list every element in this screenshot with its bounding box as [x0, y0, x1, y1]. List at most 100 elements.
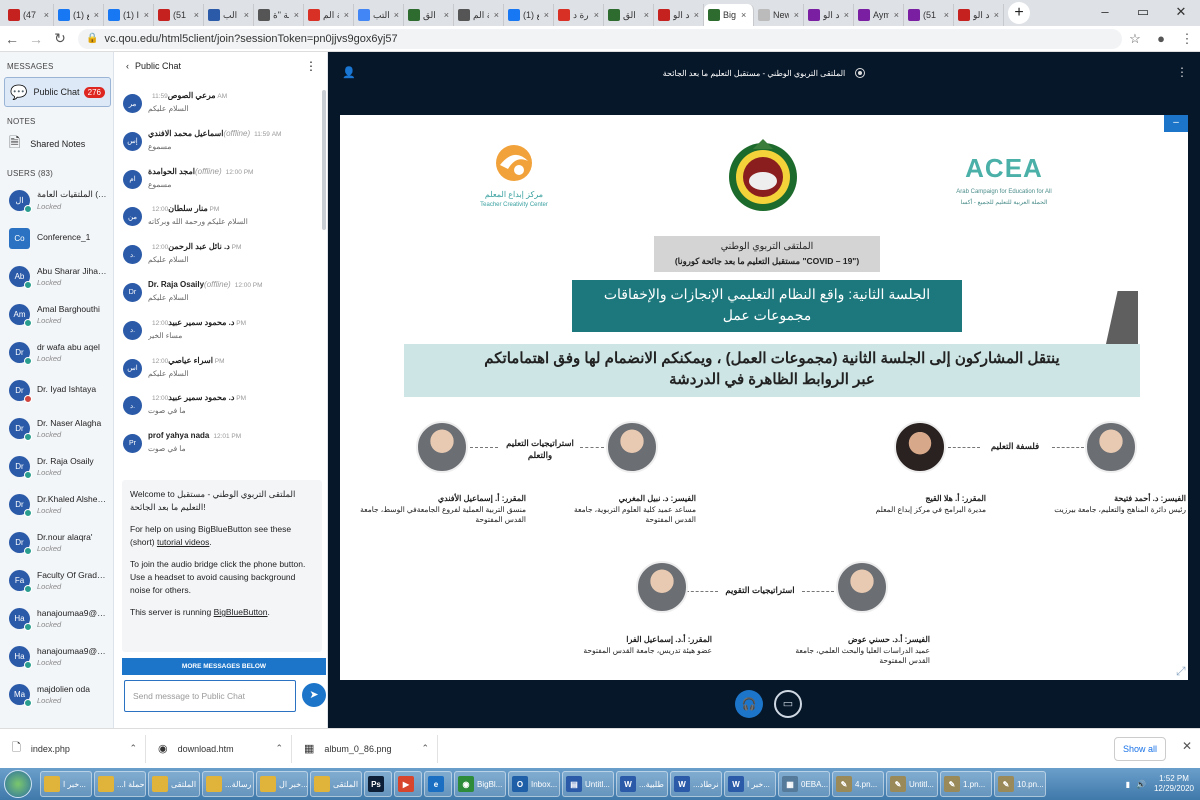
browser-tab[interactable]: Big × [704, 4, 754, 26]
taskbar-item[interactable]: W خبر ا... [724, 771, 776, 797]
browser-tab[interactable]: (47 unr × [4, 4, 54, 26]
close-tab-icon[interactable]: × [741, 10, 746, 20]
taskbar-item[interactable]: الملتقى [310, 771, 362, 797]
user-list-item[interactable]: Dr Dr.Khaled Alsheh D...Locked [0, 485, 113, 523]
close-tab-icon[interactable]: × [844, 10, 849, 20]
start-button[interactable] [4, 770, 32, 798]
user-list-item[interactable]: Dr Dr. Iyad Ishtaya [0, 371, 113, 409]
user-list-item[interactable]: Co Conference_1 [0, 219, 113, 257]
user-list-item[interactable]: Fa Faculty Of Graduate...Locked [0, 561, 113, 599]
browser-tab[interactable]: تعبئة الم × [304, 4, 354, 26]
browser-tab[interactable]: البريد الو × [654, 4, 704, 26]
reload-button[interactable]: ↻ [48, 30, 72, 47]
browser-tab[interactable]: (1) الع × [504, 4, 554, 26]
more-messages-below-button[interactable]: MORE MESSAGES BELOW [122, 658, 326, 675]
audio-headset-button[interactable]: 🎧 [735, 690, 763, 718]
chevron-up-icon[interactable]: ⌃ [275, 743, 283, 754]
browser-menu-icon[interactable]: ⋮ [1174, 31, 1200, 47]
download-item-download-htm[interactable]: ◉ download.htm ⌃ [146, 734, 292, 763]
close-tab-icon[interactable]: × [544, 10, 549, 20]
close-tab-icon[interactable]: × [394, 10, 399, 20]
taskbar-item[interactable]: الملتقى [148, 771, 200, 797]
taskbar-item[interactable]: Ps [364, 771, 392, 797]
forward-button[interactable]: → [24, 31, 48, 47]
chat-scrollbar[interactable] [322, 90, 326, 230]
recording-indicator-icon[interactable] [855, 68, 866, 78]
browser-tab[interactable]: جامعة الق × [404, 4, 454, 26]
close-tab-icon[interactable]: × [944, 10, 949, 20]
user-list-item[interactable]: Dr Dr. Naser Alagha Locked [0, 409, 113, 447]
browser-tab[interactable]: البريد الو × [954, 4, 1004, 26]
taskbar-item[interactable]: ▶ [394, 771, 422, 797]
close-tab-icon[interactable]: × [694, 10, 699, 20]
taskbar-item[interactable]: W ...طلبية [616, 771, 668, 797]
browser-tab[interactable]: رئاسة الم × [454, 4, 504, 26]
taskbar-item[interactable]: ...رسالة [202, 771, 254, 797]
bookmark-star-icon[interactable]: ☆ [1122, 31, 1148, 47]
close-tab-icon[interactable]: × [994, 10, 999, 20]
chat-message-list[interactable]: مر مرعي الصوص11:59 AM السلام عليكم إس اسماعي… [114, 88, 320, 526]
sidebar-item-shared-notes[interactable]: 🗎 Shared Notes [0, 129, 113, 159]
taskbar-item[interactable]: ✎ 1.pn... [940, 771, 992, 797]
user-list-item[interactable]: Am Amal Barghouthi Locked [0, 295, 113, 333]
download-item-index-php[interactable]: 🗋 index.php ⌃ [0, 734, 146, 763]
user-list-item[interactable]: Ma majdolien oda Locked [0, 675, 113, 713]
volume-icon[interactable]: 🔊 [1136, 780, 1146, 789]
close-tab-icon[interactable]: × [494, 10, 499, 20]
network-icon[interactable]: ▮ [1126, 780, 1130, 789]
taskbar-item[interactable]: ▦ 0EBA... [778, 771, 830, 797]
close-tab-icon[interactable]: × [444, 10, 449, 20]
user-icon[interactable]: 👤 [342, 66, 356, 79]
browser-tab[interactable]: Ayman × [854, 4, 904, 26]
browser-tab[interactable]: (51 unr × [904, 4, 954, 26]
fullscreen-icon[interactable]: ⤢ [1176, 664, 1186, 679]
user-list-item[interactable]: Ab Abu Sharar Jihad TMLocked [0, 257, 113, 295]
tutorial-videos-link[interactable]: tutorial videos [157, 537, 209, 547]
sidebar-item-public-chat[interactable]: 💬 Public Chat 276 [4, 77, 111, 107]
show-all-downloads-button[interactable]: Show all [1113, 737, 1166, 761]
close-window-button[interactable]: ✕ [1162, 0, 1200, 26]
close-tab-icon[interactable]: × [94, 10, 99, 20]
send-message-button[interactable]: ➤ [302, 683, 326, 707]
chat-options-icon[interactable]: ⋮ [305, 59, 317, 73]
address-bar[interactable]: 🔒 vc.qou.edu/html5client/join?sessionTok… [78, 28, 1122, 49]
download-item-album-png[interactable]: ▦ album_0_86.png ⌃ [292, 734, 438, 763]
close-tab-icon[interactable]: × [894, 10, 899, 20]
close-downloads-icon[interactable]: ✕ [1182, 739, 1192, 753]
taskbar-item[interactable]: W ...نرطاد [670, 771, 722, 797]
close-tab-icon[interactable]: × [244, 10, 249, 20]
close-tab-icon[interactable]: × [644, 10, 649, 20]
hide-chat-chevron-icon[interactable]: ‹ [126, 61, 129, 71]
user-list-item[interactable]: Dr Dr. Raja Osaily Locked [0, 447, 113, 485]
back-button[interactable]: ← [0, 31, 24, 47]
taskbar-item[interactable]: ◉ BigBl... [454, 771, 506, 797]
screen-share-button[interactable]: ▭ [774, 690, 802, 718]
taskbar-item[interactable]: ✎ 4.pn... [832, 771, 884, 797]
chat-message-input[interactable]: Send message to Public Chat [124, 680, 296, 712]
options-menu-icon[interactable]: ⋮ [1176, 65, 1188, 79]
browser-tab[interactable]: (1) Inn × [104, 4, 154, 26]
browser-tab[interactable]: شبكة التب × [354, 4, 404, 26]
close-tab-icon[interactable]: × [294, 10, 299, 20]
close-tab-icon[interactable]: × [144, 10, 149, 20]
browser-tab[interactable]: سفارة د × [554, 4, 604, 26]
user-list-item[interactable]: Dr Dr.nour alaqra' Locked [0, 523, 113, 561]
chevron-up-icon[interactable]: ⌃ [129, 743, 137, 754]
user-list-item[interactable]: ال الملتقيات العامة (You) Locked [0, 181, 113, 219]
close-tab-icon[interactable]: × [194, 10, 199, 20]
user-list-item[interactable]: Ha hanajoumaa9@gm... Locked [0, 599, 113, 637]
user-list-item[interactable]: Ha hanajoumaa9@gm... Locked [0, 637, 113, 675]
new-tab-button[interactable]: + [1008, 2, 1030, 24]
browser-tab[interactable]: منظمة "ة × [254, 4, 304, 26]
taskbar-item[interactable]: e [424, 771, 452, 797]
chevron-up-icon[interactable]: ⌃ [421, 743, 429, 754]
bigbluebutton-link[interactable]: BigBlueButton [214, 607, 268, 617]
taskbar-item[interactable]: خبر ا... [40, 771, 92, 797]
minimize-window-button[interactable]: – [1086, 0, 1124, 26]
taskbar-item[interactable]: ▤ Untitl... [562, 771, 614, 797]
close-tab-icon[interactable]: × [344, 10, 349, 20]
clock[interactable]: 1:52 PM 12/29/2020 [1154, 774, 1194, 794]
browser-tab[interactable]: جامعة الق × [604, 4, 654, 26]
taskbar-item[interactable]: خبر ال... [256, 771, 308, 797]
user-list-item[interactable]: Dr dr wafa abu aqel Locked [0, 333, 113, 371]
